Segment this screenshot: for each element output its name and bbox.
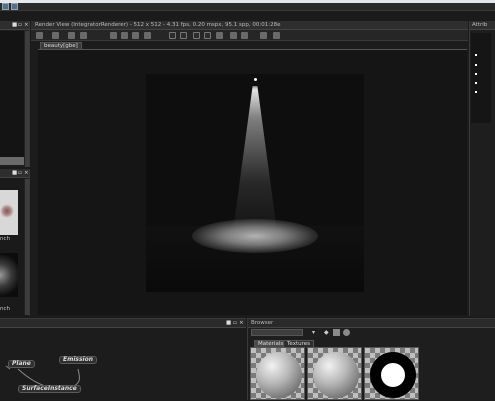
window-title-strip — [0, 0, 495, 3]
render-view-header: Render View (IntegratorRenderer) - 512 x… — [31, 21, 468, 30]
settings-icon[interactable] — [273, 32, 280, 39]
render-view-panel: Render View (IntegratorRenderer) - 512 x… — [31, 21, 468, 316]
spotlight-cone — [231, 86, 279, 246]
node-graph-canvas[interactable]: Plane Emission SurfaceInstance — [0, 328, 246, 401]
node-plane[interactable]: Plane — [8, 360, 35, 368]
render-image — [146, 74, 364, 292]
channel-alpha-icon[interactable] — [204, 32, 211, 39]
scene-icon[interactable] — [121, 32, 128, 39]
render-toolbar — [31, 30, 468, 41]
attribute-dot — [475, 64, 477, 66]
play-icon[interactable] — [68, 32, 75, 39]
region-icon[interactable] — [216, 32, 223, 39]
float-icon[interactable]: ▫ — [233, 319, 237, 328]
left-panel-bottom-scrollbar[interactable] — [24, 179, 29, 315]
folder-icon[interactable] — [52, 32, 59, 39]
node-graph-header: ■ ▫ × — [0, 319, 246, 328]
material-sphere — [256, 352, 302, 398]
attribute-dot — [475, 91, 477, 93]
left-panel-scrollbar-v[interactable] — [24, 31, 29, 167]
layout-icon[interactable] — [11, 3, 18, 10]
save-icon[interactable] — [36, 32, 43, 39]
attribute-dot — [475, 73, 477, 75]
dropdown-arrow-icon[interactable]: ▾ — [312, 329, 315, 336]
picker-icon[interactable] — [241, 32, 248, 39]
attribute-panel: Attrib — [469, 21, 495, 316]
thumbnail-label: nch — [0, 236, 10, 242]
node-surface-instance[interactable]: SurfaceInstance — [18, 385, 81, 393]
pin-icon[interactable]: ■ — [12, 169, 17, 178]
float-icon[interactable]: ▫ — [18, 169, 22, 178]
attribute-panel-title: Attrib — [472, 22, 488, 28]
node-emission[interactable]: Emission — [59, 356, 97, 364]
thumbnail-object — [0, 204, 14, 218]
camera-icon[interactable] — [110, 32, 117, 39]
left-panel-top-content — [0, 31, 24, 157]
add-icon[interactable]: ◆ — [324, 329, 329, 336]
channel-green-icon[interactable] — [180, 32, 187, 39]
light-source-icon — [254, 78, 257, 81]
channel-red-icon[interactable] — [169, 32, 176, 39]
app-toolbar — [0, 0, 495, 11]
material-swatch[interactable] — [364, 347, 419, 400]
float-icon[interactable]: ▫ — [18, 21, 22, 30]
channel-blue-icon[interactable] — [193, 32, 200, 39]
hand-icon[interactable] — [144, 32, 151, 39]
app-icon[interactable] — [2, 3, 9, 10]
close-icon[interactable]: × — [24, 21, 29, 30]
left-panel-top: ■ ▫ × — [0, 21, 30, 167]
left-panel-bottom: ■ ▫ × nch nch — [0, 169, 30, 316]
light-icon[interactable] — [132, 32, 139, 39]
node-graph-panel: ■ ▫ × Plane Emission SurfaceInstance — [0, 318, 246, 401]
pin-icon[interactable]: ■ — [12, 21, 17, 30]
left-panel-top-header: ■ ▫ × — [0, 21, 29, 30]
material-swatch[interactable] — [307, 347, 362, 400]
browser-search-input[interactable] — [251, 329, 303, 336]
attribute-dot — [475, 54, 477, 56]
view-grid-icon[interactable] — [333, 329, 340, 336]
browser-title: Browser — [251, 320, 274, 326]
crop-icon[interactable] — [230, 32, 237, 39]
left-panel-scrollbar-h[interactable] — [0, 157, 24, 165]
render-viewport[interactable] — [38, 49, 467, 315]
light-thumbnail[interactable] — [0, 253, 18, 297]
material-swatch[interactable] — [250, 347, 305, 400]
scene-thumbnail[interactable] — [0, 190, 18, 235]
material-sphere — [313, 352, 359, 398]
pause-icon[interactable] — [80, 32, 87, 39]
close-icon[interactable]: × — [239, 319, 244, 328]
browser-header: Browser — [248, 319, 495, 328]
material-ring — [370, 352, 416, 398]
left-panel-bottom-header: ■ ▫ × — [0, 169, 29, 178]
attribute-dot — [475, 82, 477, 84]
pin-icon[interactable]: ■ — [226, 319, 231, 328]
thumbnail-label: nch — [0, 306, 10, 312]
attribute-list — [471, 33, 491, 123]
attribute-panel-header: Attrib — [470, 21, 495, 30]
render-view-title: Render View (IntegratorRenderer) - 512 x… — [35, 22, 281, 28]
close-icon[interactable]: × — [24, 169, 29, 178]
view-sphere-icon[interactable] — [343, 329, 350, 336]
zoom-icon[interactable] — [260, 32, 267, 39]
